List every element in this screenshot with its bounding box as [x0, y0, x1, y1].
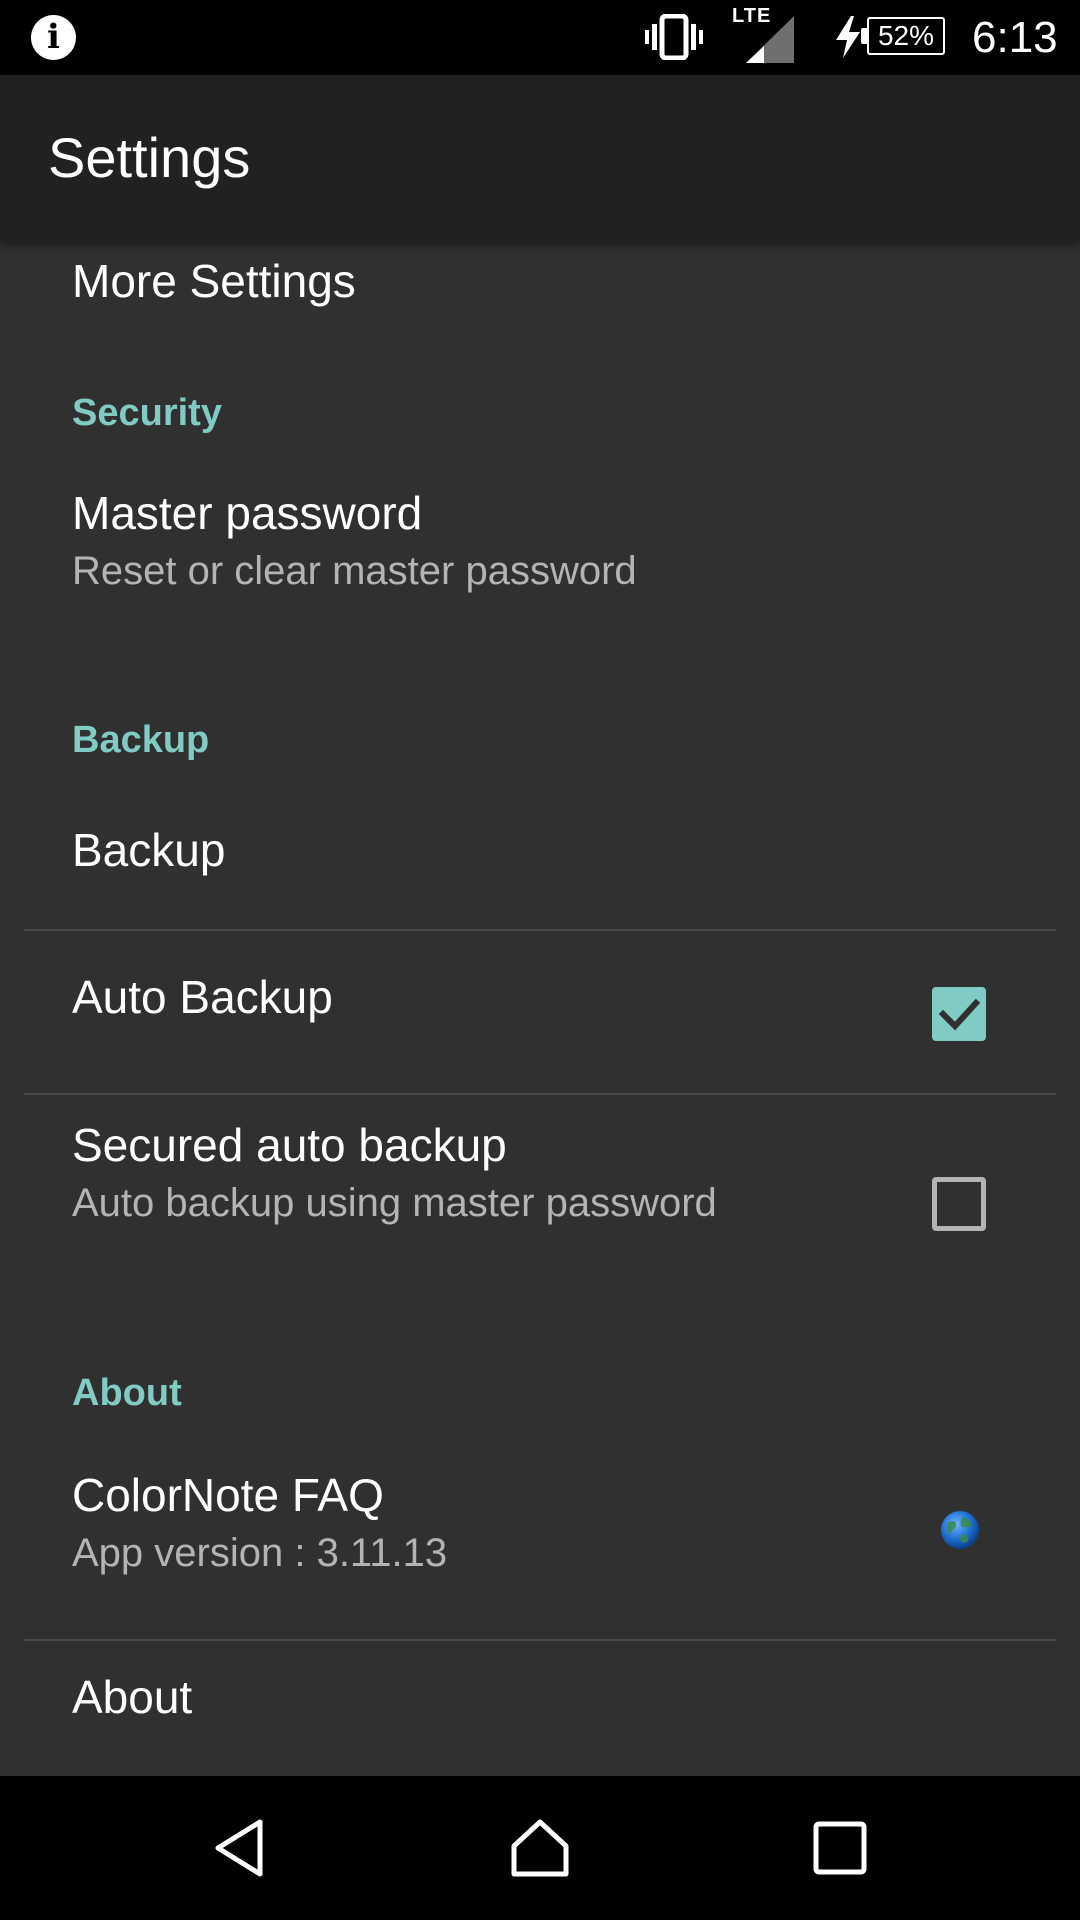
about-item[interactable]: About: [0, 1641, 1080, 1776]
checkmark-icon: [938, 998, 981, 1031]
settings-screen: i LTE 52% 6:13 Settings More Settings Se…: [0, 0, 1080, 1920]
battery-level: 52%: [877, 20, 935, 51]
vibrate-icon: [645, 14, 703, 60]
master-password-item[interactable]: Master password Reset or clear master pa…: [0, 463, 1080, 613]
colornote-faq-item[interactable]: ColorNote FAQ App version : 3.11.13: [0, 1443, 1080, 1639]
backup-header: Backup: [72, 719, 210, 761]
security-header: Security: [72, 392, 222, 434]
more-settings-item[interactable]: More Settings: [0, 243, 1080, 333]
backup-title: Backup: [72, 824, 226, 876]
master-password-summary: Reset or clear master password: [72, 549, 637, 593]
back-button[interactable]: [180, 1776, 300, 1920]
more-settings-title: More Settings: [72, 255, 356, 307]
recents-icon: [813, 1821, 867, 1875]
navigation-bar: [0, 1776, 1080, 1920]
charging-icon: [836, 16, 860, 58]
auto-backup-checkbox[interactable]: [932, 987, 986, 1041]
secured-auto-backup-title: Secured auto backup: [72, 1119, 507, 1171]
clock: 6:13: [972, 13, 1058, 62]
settings-list[interactable]: More Settings Security Master password R…: [0, 243, 1080, 1776]
faq-title: ColorNote FAQ: [72, 1469, 384, 1521]
master-password-title: Master password: [72, 487, 423, 539]
secured-auto-backup-checkbox[interactable]: [932, 1177, 986, 1231]
info-icon: i: [31, 15, 76, 60]
page-title: Settings: [48, 126, 251, 189]
about-header: About: [72, 1372, 182, 1414]
backup-item[interactable]: Backup: [0, 789, 1080, 933]
signal-icon: [746, 16, 794, 63]
home-icon: [511, 1819, 569, 1877]
app-bar: Settings: [0, 75, 1080, 243]
secured-auto-backup-item[interactable]: Secured auto backup Auto backup using ma…: [0, 1095, 1080, 1315]
battery-indicator: 52%: [861, 17, 947, 57]
back-icon: [215, 1819, 263, 1877]
secured-auto-backup-summary: Auto backup using master password: [72, 1181, 717, 1225]
status-bar: i LTE 52% 6:13: [0, 0, 1080, 75]
globe-icon: [941, 1511, 979, 1549]
about-title: About: [72, 1671, 193, 1723]
auto-backup-item[interactable]: Auto Backup: [0, 931, 1080, 1093]
recents-button[interactable]: [780, 1776, 900, 1920]
home-button[interactable]: [480, 1776, 600, 1920]
faq-summary: App version : 3.11.13: [72, 1531, 448, 1575]
auto-backup-title: Auto Backup: [72, 971, 333, 1023]
